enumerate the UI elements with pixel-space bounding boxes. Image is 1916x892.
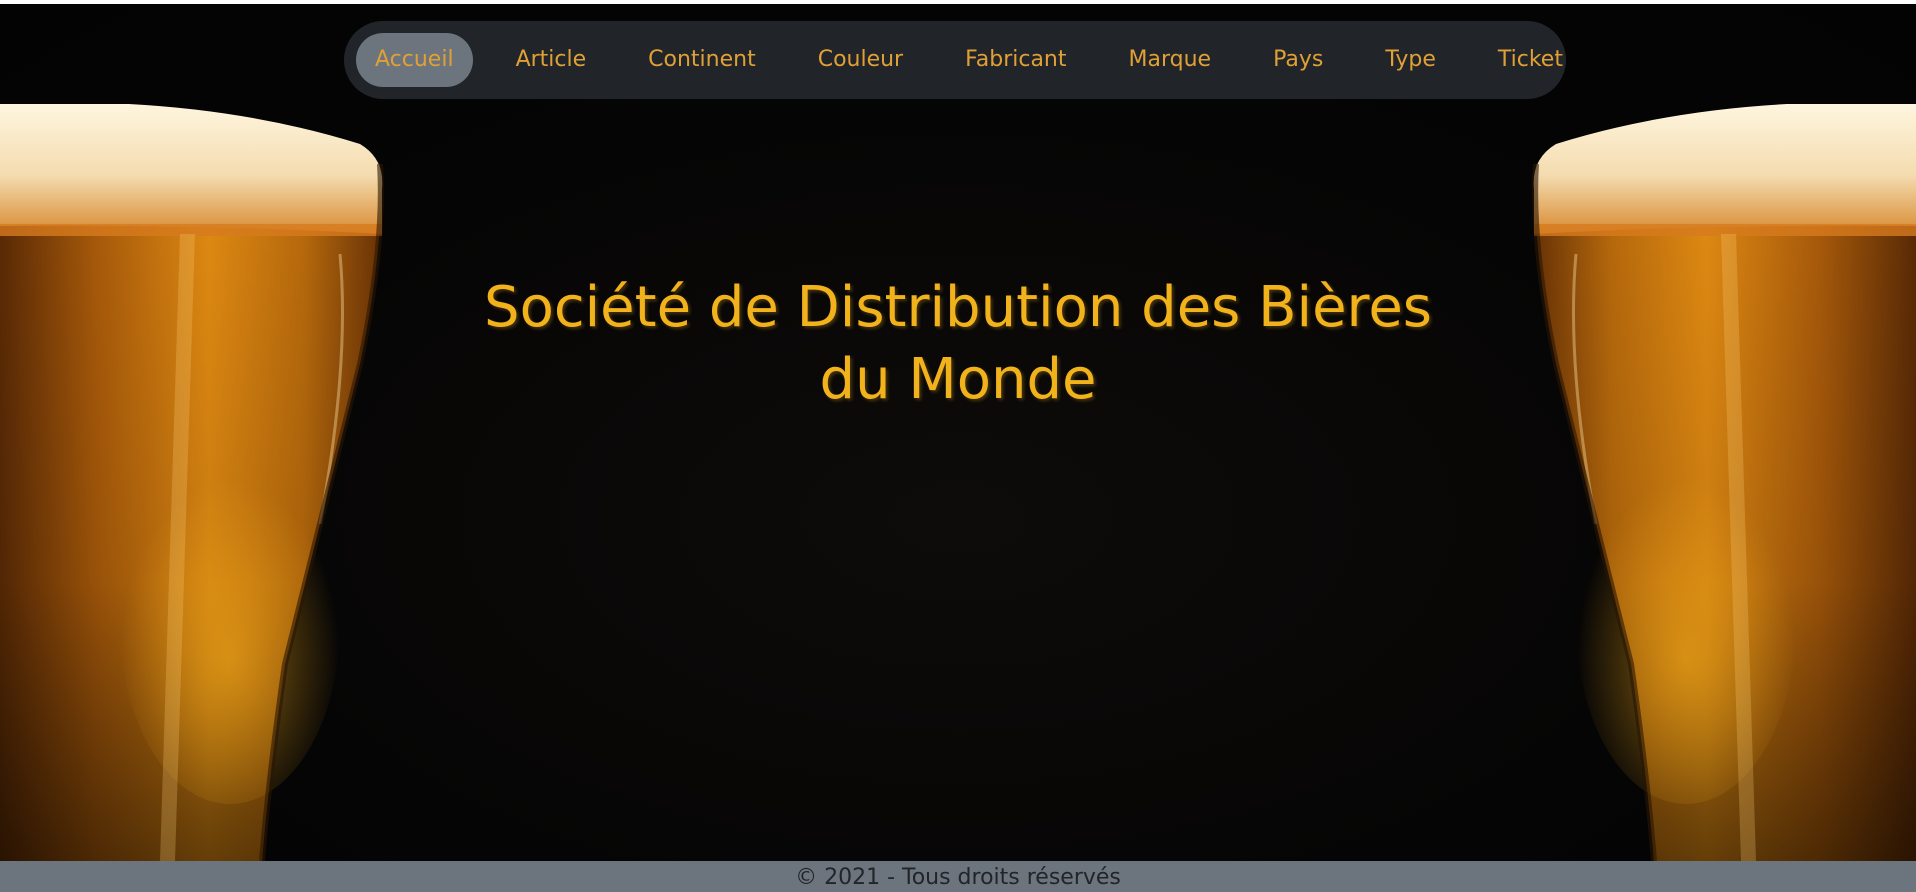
footer-copyright: © 2021 - Tous droits réservés	[795, 865, 1121, 890]
hero-title: Société de Distribution des Bières du Mo…	[400, 272, 1516, 416]
nav-item-accueil[interactable]: Accueil	[356, 33, 473, 87]
page: Accueil Article Continent Couleur Fabric…	[0, 0, 1916, 892]
nav-item-type[interactable]: Type	[1366, 33, 1455, 87]
main-navbar: Accueil Article Continent Couleur Fabric…	[344, 21, 1566, 99]
hero-title-line2: du Monde	[819, 347, 1097, 412]
nav-item-marque[interactable]: Marque	[1110, 33, 1231, 87]
nav-item-pays[interactable]: Pays	[1254, 33, 1342, 87]
nav-item-continent[interactable]: Continent	[629, 33, 775, 87]
hero-title-line1: Société de Distribution des Bières	[484, 275, 1432, 340]
nav-item-fabricant[interactable]: Fabricant	[946, 33, 1085, 87]
beer-glass-left-image	[0, 104, 400, 861]
footer: © 2021 - Tous droits réservés	[0, 861, 1916, 892]
beer-glass-right-image	[1516, 104, 1916, 861]
nav-item-couleur[interactable]: Couleur	[799, 33, 922, 87]
nav-item-article[interactable]: Article	[497, 33, 606, 87]
hero-section: Accueil Article Continent Couleur Fabric…	[0, 4, 1916, 861]
nav-item-ticket[interactable]: Ticket	[1479, 33, 1582, 87]
